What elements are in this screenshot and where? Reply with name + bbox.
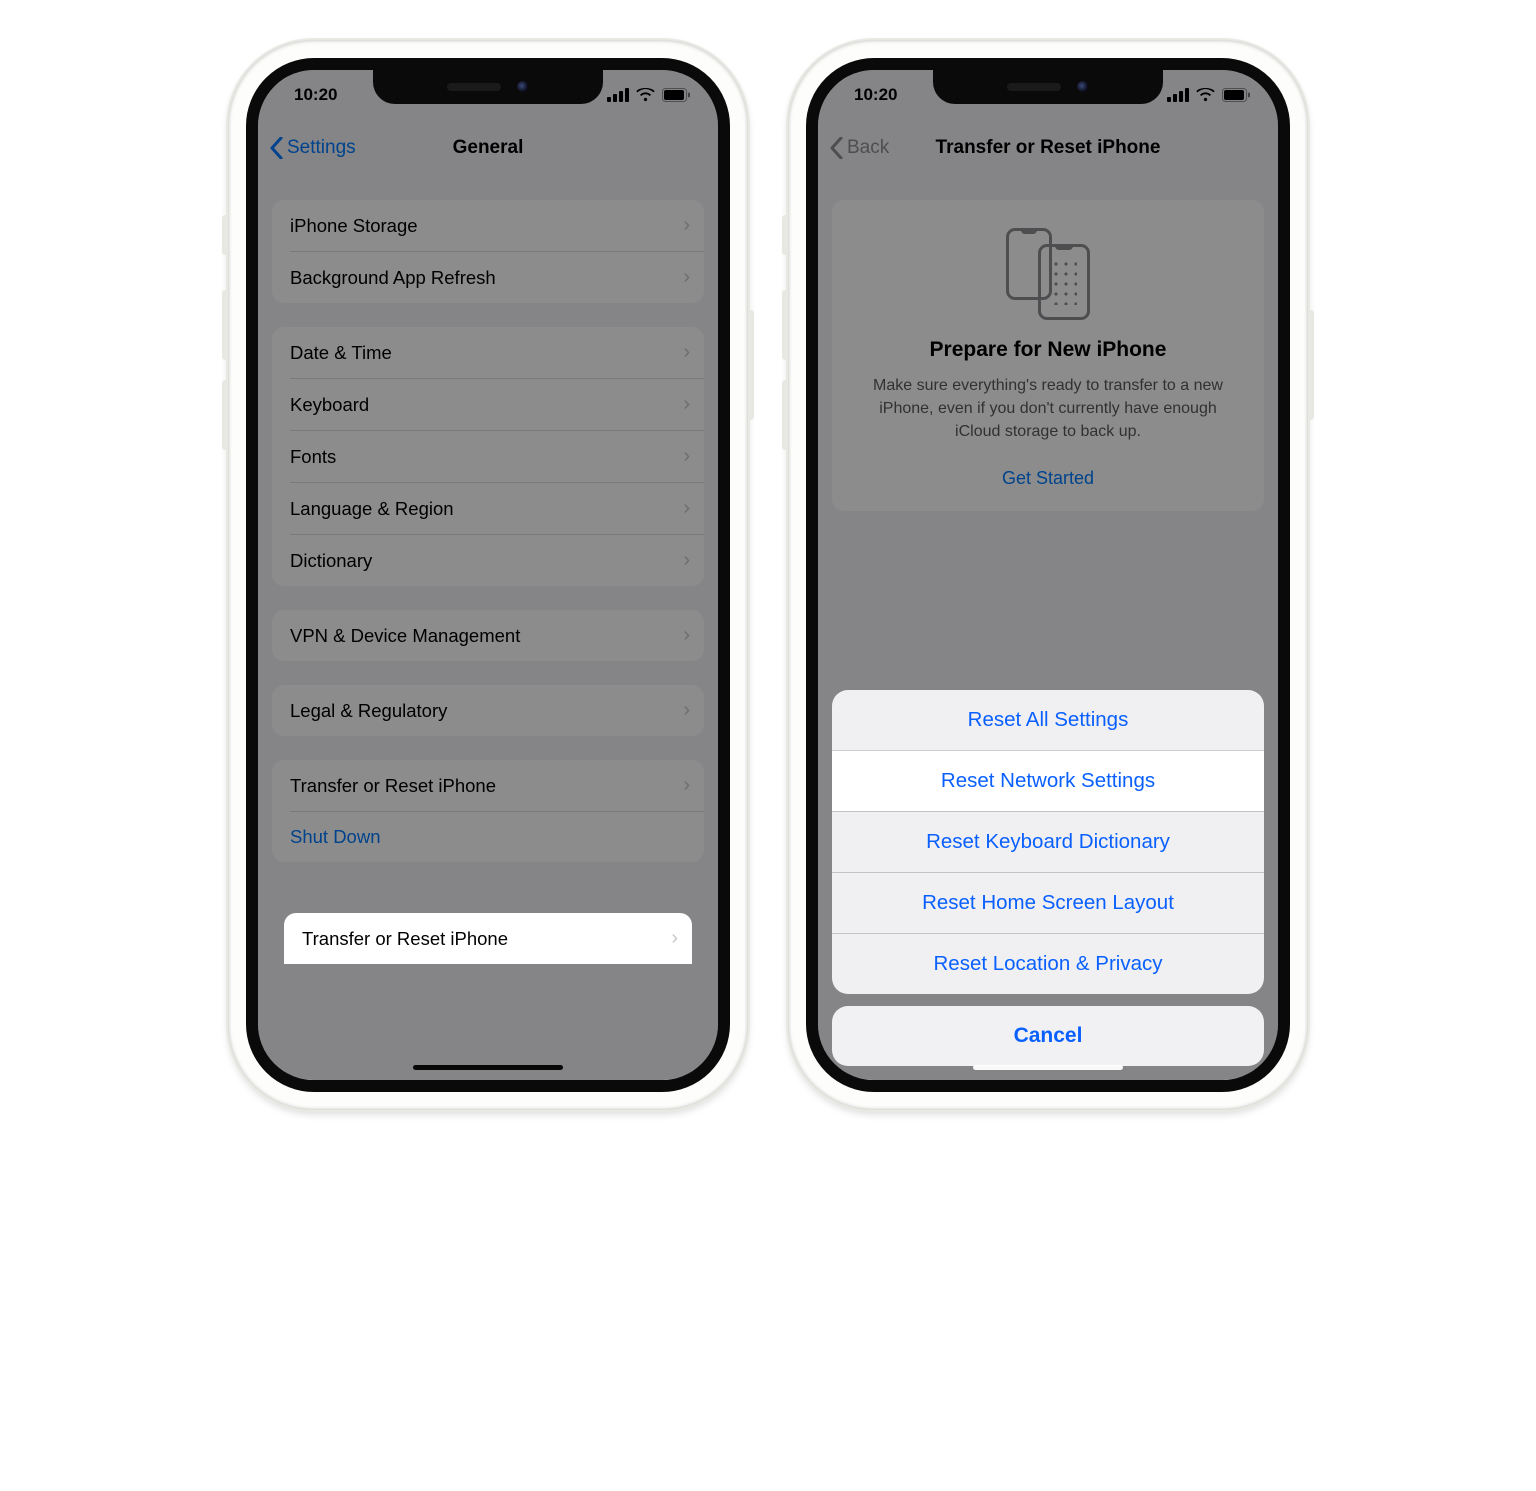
sheet-reset-home-screen-layout[interactable]: Reset Home Screen Layout — [832, 872, 1264, 933]
row-shut-down[interactable]: Shut Down — [290, 811, 704, 862]
nav-back-button[interactable]: Settings — [258, 137, 356, 159]
screen-left: 10:20 Settings General — [246, 58, 730, 1092]
status-time: 10:20 — [286, 85, 337, 105]
chevron-right-icon: › — [683, 266, 690, 289]
sheet-reset-keyboard-dictionary[interactable]: Reset Keyboard Dictionary — [832, 811, 1264, 872]
chevron-right-icon: › — [683, 699, 690, 722]
row-bg-app-refresh[interactable]: Background App Refresh › — [290, 251, 704, 303]
silent-switch — [782, 215, 788, 255]
prepare-card: Prepare for New iPhone Make sure everyth… — [832, 200, 1264, 511]
chevron-right-icon: › — [683, 497, 690, 520]
sheet-reset-location-privacy[interactable]: Reset Location & Privacy — [832, 933, 1264, 994]
power-button — [1308, 310, 1314, 420]
notch — [933, 70, 1163, 104]
device-frame-left: 10:20 Settings General — [228, 40, 748, 1110]
row-language-region[interactable]: Language & Region › — [290, 482, 704, 534]
get-started-button[interactable]: Get Started — [852, 468, 1244, 489]
home-indicator[interactable] — [973, 1065, 1123, 1070]
chevron-right-icon: › — [683, 393, 690, 416]
sheet-reset-all-settings[interactable]: Reset All Settings — [832, 690, 1264, 750]
prepare-title: Prepare for New iPhone — [852, 338, 1244, 362]
row-legal-regulatory[interactable]: Legal & Regulatory › — [272, 685, 704, 736]
group-transfer: Transfer or Reset iPhone › Shut Down — [272, 760, 704, 862]
volume-up-button — [222, 290, 228, 360]
prepare-description: Make sure everything's ready to transfer… — [852, 374, 1244, 444]
chevron-left-icon — [830, 137, 843, 159]
home-indicator[interactable] — [413, 1065, 563, 1070]
chevron-right-icon: › — [683, 624, 690, 647]
action-sheet-group: Reset All Settings Reset Network Setting… — [832, 690, 1264, 994]
chevron-right-icon: › — [683, 445, 690, 468]
chevron-right-icon: › — [683, 214, 690, 237]
group-legal: Legal & Regulatory › — [272, 685, 704, 736]
row-keyboard[interactable]: Keyboard › — [290, 378, 704, 430]
screen-right: 10:20 Back Transfer or Reset iPhone — [806, 58, 1290, 1092]
nav-bar: Settings General — [258, 120, 718, 176]
volume-up-button — [782, 290, 788, 360]
silent-switch — [222, 215, 228, 255]
row-fonts[interactable]: Fonts › — [290, 430, 704, 482]
chevron-left-icon — [270, 137, 283, 159]
group-datetime: Date & Time › Keyboard › Fonts › Languag… — [272, 327, 704, 586]
row-date-time[interactable]: Date & Time › — [272, 327, 704, 378]
row-vpn-device-mgmt[interactable]: VPN & Device Management › — [272, 610, 704, 661]
row-transfer-reset[interactable]: Transfer or Reset iPhone › — [272, 760, 704, 811]
chevron-right-icon: › — [683, 341, 690, 364]
volume-down-button — [782, 380, 788, 450]
row-dictionary[interactable]: Dictionary › — [290, 534, 704, 586]
nav-back-label: Back — [847, 137, 889, 159]
chevron-right-icon: › — [683, 549, 690, 572]
cellular-signal-icon — [607, 88, 629, 102]
nav-bar: Back Transfer or Reset iPhone — [818, 120, 1278, 176]
chevron-right-icon: › — [683, 774, 690, 797]
battery-icon — [662, 88, 690, 102]
nav-back-label: Settings — [287, 137, 356, 159]
cellular-signal-icon — [1167, 88, 1189, 102]
notch — [373, 70, 603, 104]
power-button — [748, 310, 754, 420]
transfer-icon — [1006, 228, 1090, 320]
status-time: 10:20 — [846, 85, 897, 105]
sheet-reset-network-settings[interactable]: Reset Network Settings — [832, 750, 1264, 811]
action-sheet: Reset All Settings Reset Network Setting… — [832, 690, 1264, 1066]
wifi-icon — [636, 88, 655, 102]
chevron-right-icon: › — [671, 927, 678, 950]
sheet-cancel-button[interactable]: Cancel — [832, 1006, 1264, 1066]
battery-icon — [1222, 88, 1250, 102]
volume-down-button — [222, 380, 228, 450]
row-transfer-reset-highlight[interactable]: Transfer or Reset iPhone › — [284, 913, 692, 964]
device-frame-right: 10:20 Back Transfer or Reset iPhone — [788, 40, 1308, 1110]
row-iphone-storage[interactable]: iPhone Storage › — [272, 200, 704, 251]
group-vpn: VPN & Device Management › — [272, 610, 704, 661]
wifi-icon — [1196, 88, 1215, 102]
nav-back-button[interactable]: Back — [818, 137, 889, 159]
group-storage: iPhone Storage › Background App Refresh … — [272, 200, 704, 303]
